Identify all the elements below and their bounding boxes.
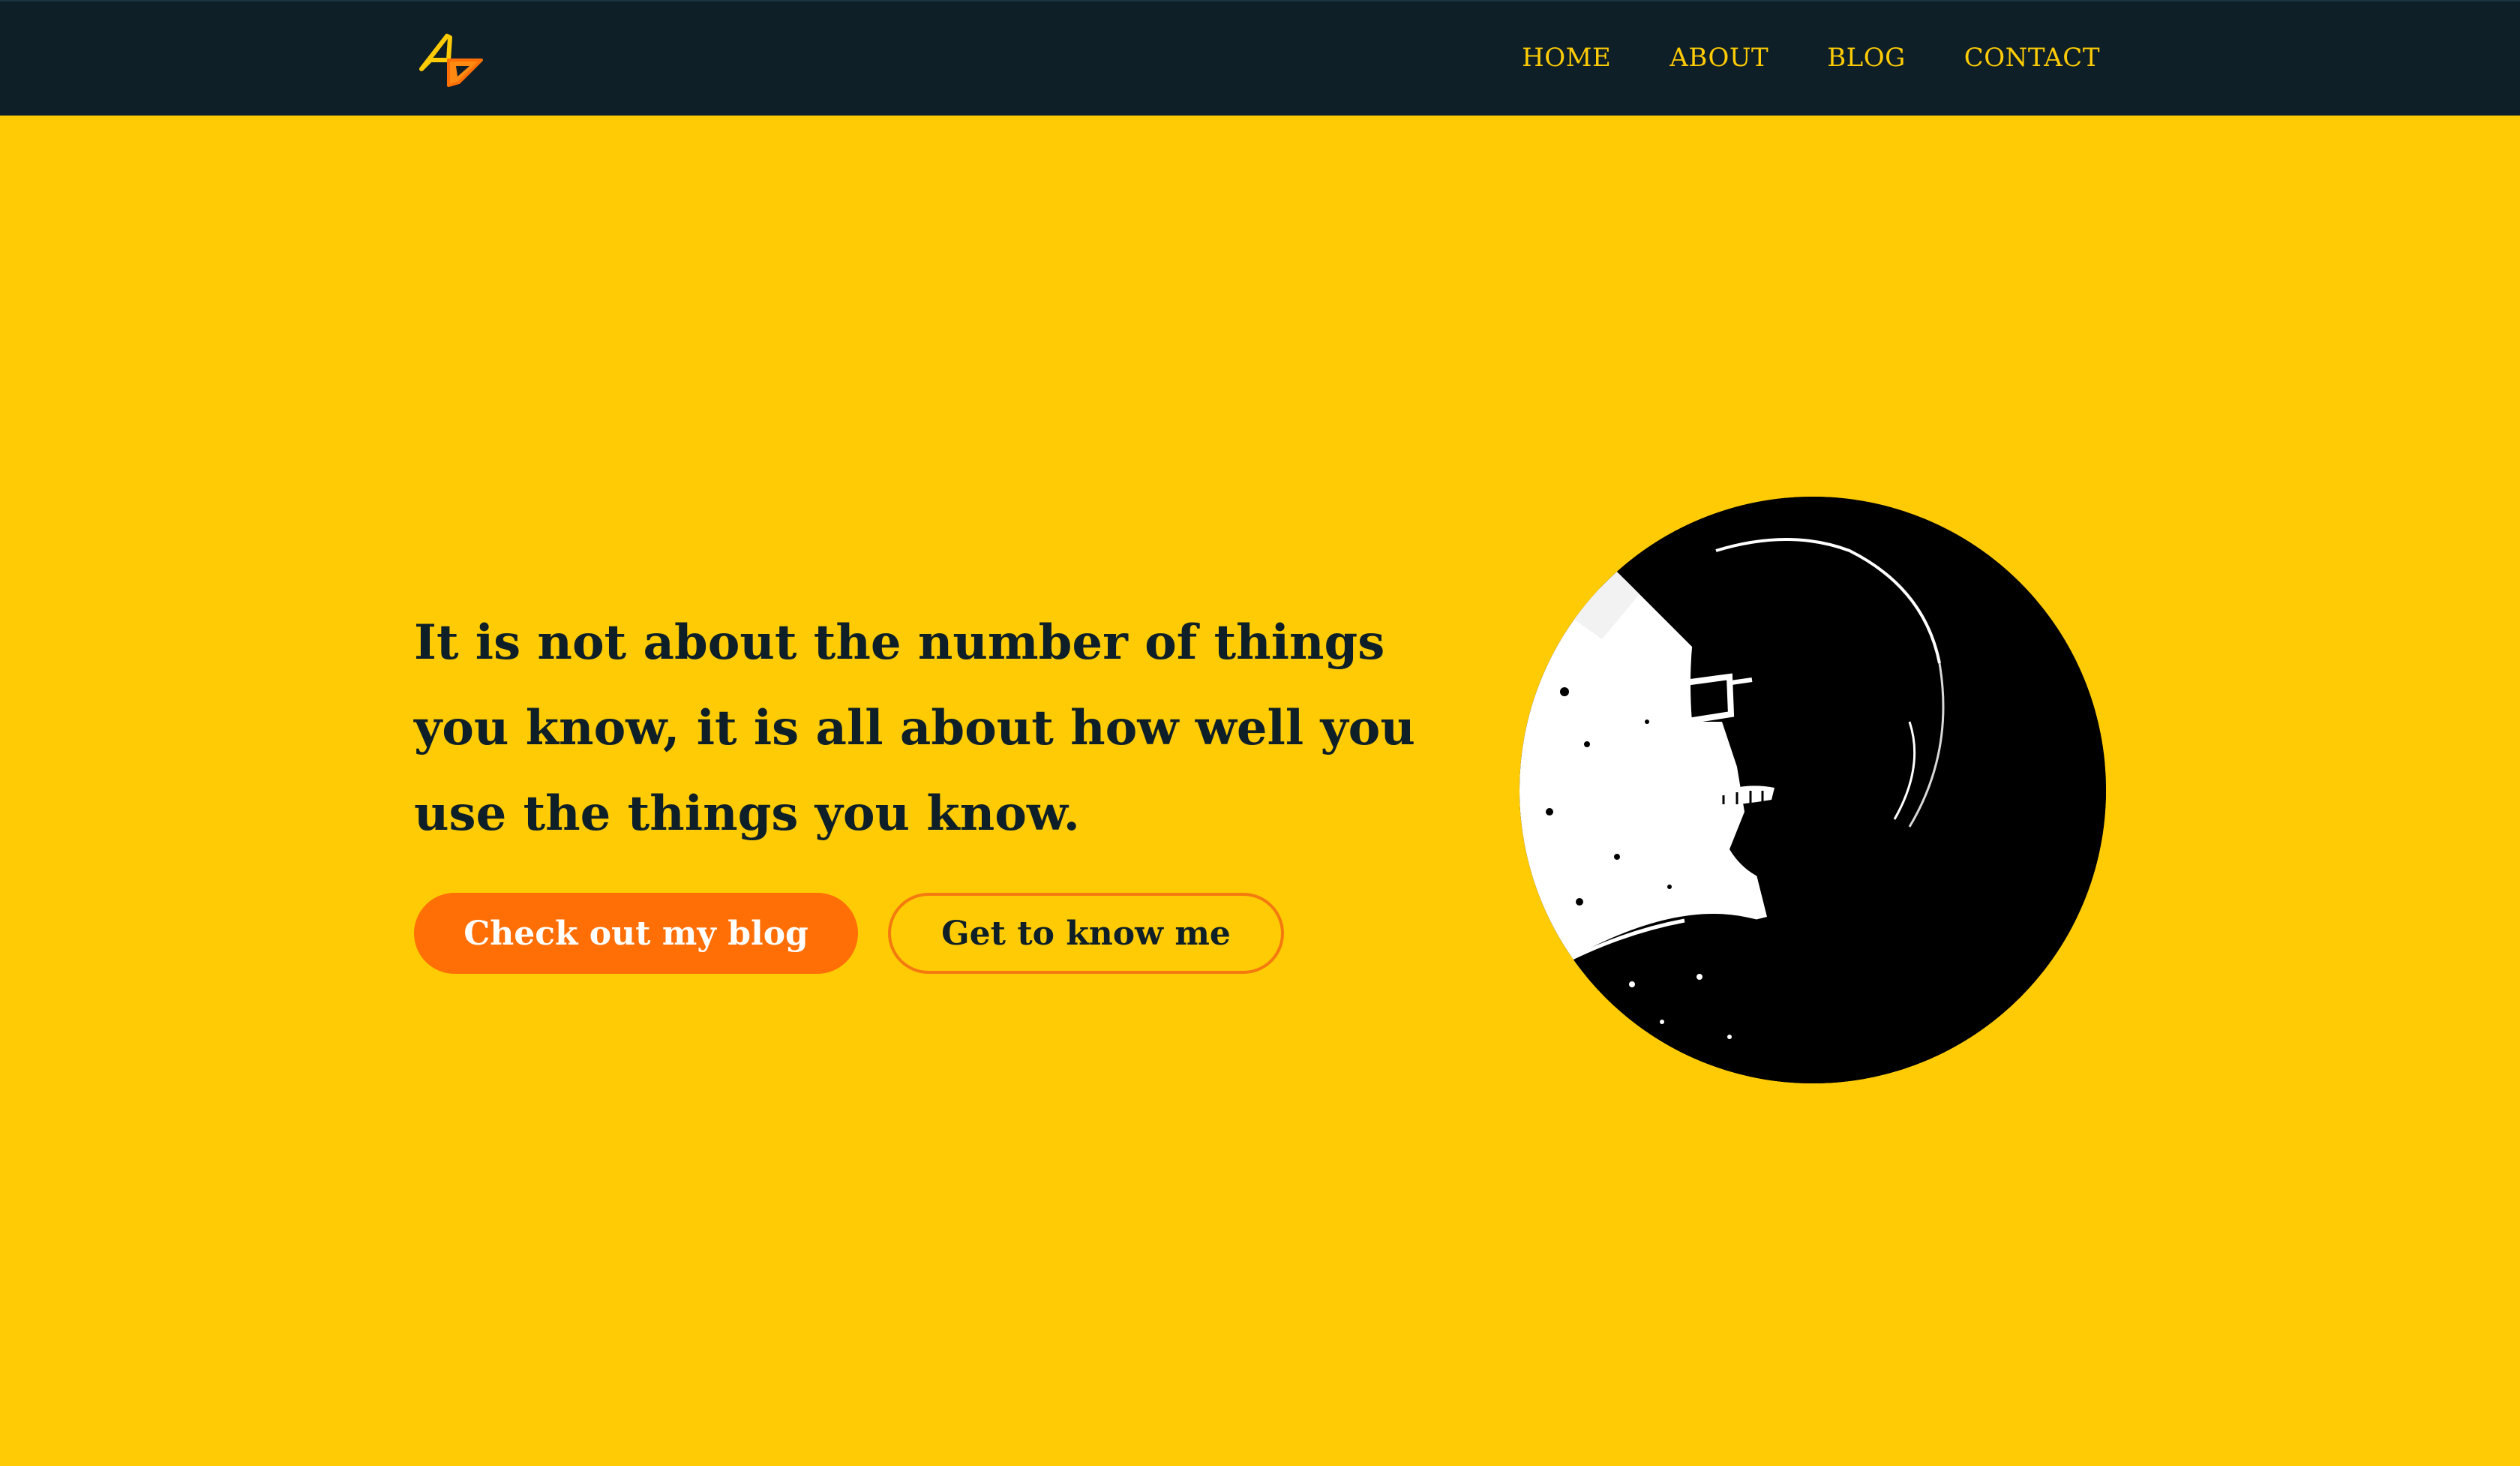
- nav-about[interactable]: ABOUT: [1670, 43, 1768, 73]
- nav-contact[interactable]: CONTACT: [1964, 43, 2100, 73]
- profile-photo: [1520, 497, 2106, 1083]
- nav-home[interactable]: HOME: [1522, 43, 1611, 73]
- check-out-blog-button[interactable]: Check out my blog: [414, 893, 858, 974]
- navbar: HOME ABOUT BLOG CONTACT: [0, 0, 2520, 116]
- nav-blog[interactable]: BLOG: [1827, 43, 1906, 73]
- hero-quote: It is not about the number of things you…: [414, 614, 1415, 842]
- main-nav: HOME ABOUT BLOG CONTACT: [1522, 2, 2100, 114]
- ap-monogram-logo-icon[interactable]: [417, 30, 484, 89]
- get-to-know-me-button[interactable]: Get to know me: [888, 893, 1284, 974]
